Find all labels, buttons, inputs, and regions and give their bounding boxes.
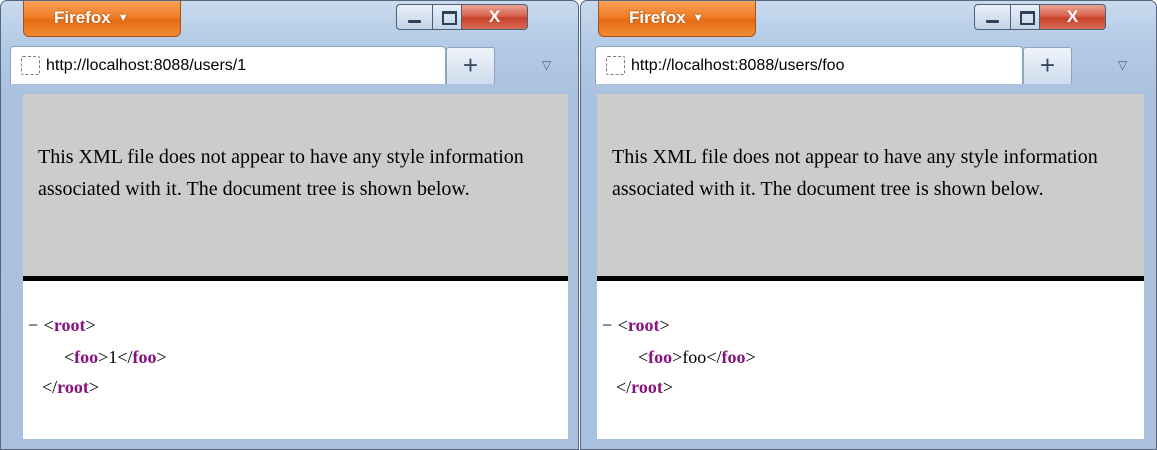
window-controls: X: [974, 4, 1106, 30]
tree-child-element: <foo>foo</foo>: [638, 347, 756, 367]
xml-tag-name: root: [627, 315, 660, 335]
xml-tag-name: root: [631, 377, 663, 397]
firefox-menu-button[interactable]: Firefox ▼: [598, 1, 756, 37]
xml-tag-name: foo: [74, 347, 99, 367]
xml-info-message: This XML file does not appear to have an…: [612, 146, 1098, 200]
browser-tab[interactable]: http://localhost:8088/users/foo: [595, 46, 1023, 84]
maximize-button[interactable]: [1010, 4, 1040, 30]
new-tab-button[interactable]: +: [1023, 47, 1072, 84]
tab-url: http://localhost:8088/users/1: [46, 56, 247, 74]
firefox-menu-button[interactable]: Firefox ▼: [23, 1, 181, 37]
page-favicon-icon: [606, 56, 625, 75]
window-controls: X: [396, 4, 528, 30]
tree-root-open: − <root>: [28, 315, 96, 335]
xml-tag-name: root: [53, 315, 86, 335]
browser-window-right: Firefox ▼ X http://localhost:8088/users/f…: [580, 0, 1157, 450]
firefox-menu-label: Firefox: [54, 8, 111, 27]
xml-info-message: This XML file does not appear to have an…: [38, 146, 524, 200]
close-button[interactable]: X: [1040, 4, 1106, 30]
close-icon: X: [1066, 7, 1079, 26]
page-content: This XML file does not appear to have an…: [23, 94, 568, 439]
browser-window-left: Firefox ▼ X http://localhost:8088/users/1…: [0, 0, 579, 450]
chevron-down-icon: ▼: [692, 12, 704, 24]
collapse-toggle[interactable]: −: [28, 315, 38, 335]
xml-tag-name: foo: [648, 347, 673, 367]
triangle-down-icon: ▽: [1118, 58, 1128, 72]
new-tab-button[interactable]: +: [446, 47, 495, 84]
tree-root-close: </root>: [42, 377, 99, 397]
triangle-down-icon: ▽: [542, 58, 552, 72]
xml-info-header: This XML file does not appear to have an…: [597, 94, 1144, 281]
xml-info-header: This XML file does not appear to have an…: [23, 94, 568, 281]
xml-tag-name: foo: [132, 347, 157, 367]
close-button[interactable]: X: [462, 4, 528, 30]
minimize-button[interactable]: [974, 4, 1010, 30]
xml-text-value: 1: [108, 347, 118, 367]
xml-text-value: foo: [682, 347, 707, 367]
minimize-button[interactable]: [396, 4, 432, 30]
browser-tab[interactable]: http://localhost:8088/users/1: [10, 46, 446, 84]
xml-tag-name: root: [57, 377, 89, 397]
tree-child-element: <foo>1</foo>: [64, 347, 167, 367]
close-icon: X: [488, 7, 501, 26]
plus-icon: +: [1039, 50, 1056, 80]
chevron-down-icon: ▼: [117, 12, 129, 24]
page-favicon-icon: [21, 56, 40, 75]
tree-root-open: − <root>: [602, 315, 670, 335]
tab-url: http://localhost:8088/users/foo: [631, 56, 845, 74]
tab-list-dropdown[interactable]: ▽: [1118, 59, 1132, 71]
maximize-button[interactable]: [432, 4, 462, 30]
plus-icon: +: [462, 50, 479, 80]
tree-root-close: </root>: [616, 377, 673, 397]
firefox-menu-label: Firefox: [629, 8, 686, 27]
xml-tag-name: foo: [721, 347, 746, 367]
tab-list-dropdown[interactable]: ▽: [542, 59, 556, 71]
collapse-toggle[interactable]: −: [602, 315, 612, 335]
page-content: This XML file does not appear to have an…: [597, 94, 1144, 439]
